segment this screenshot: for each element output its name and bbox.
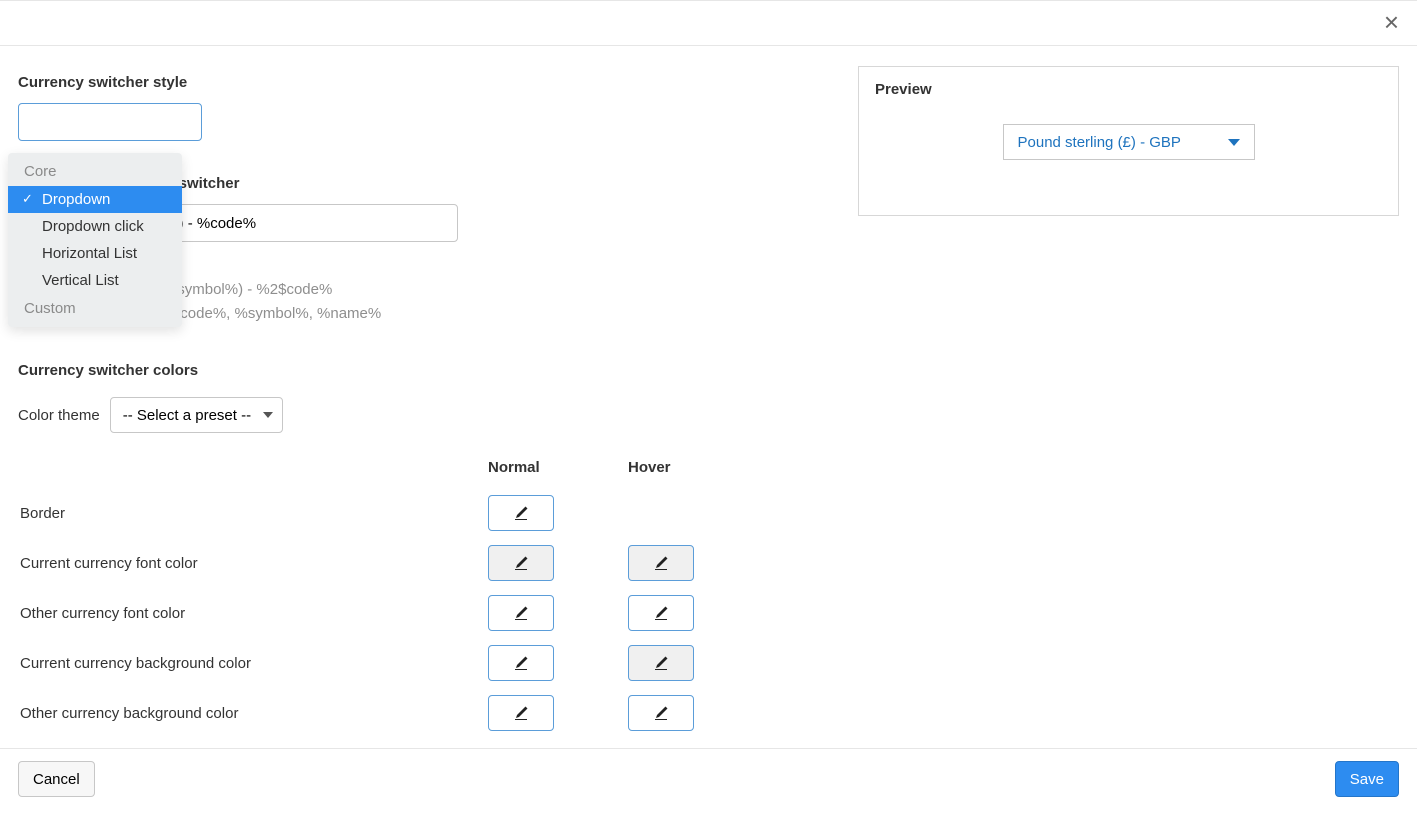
dropdown-item-vertical-list[interactable]: Vertical List [8,267,182,294]
dropdown-item-horizontal-list[interactable]: Horizontal List [8,240,182,267]
preview-title: Preview [875,81,1382,98]
color-theme-label: Color theme [18,407,100,424]
color-swatch-normal[interactable] [488,545,554,581]
modal-header: × [0,0,1417,46]
color-row-label: Current currency background color [18,638,488,688]
color-swatch-hover[interactable] [628,595,694,631]
cancel-button[interactable]: Cancel [18,761,95,797]
color-swatch-normal[interactable] [488,645,554,681]
preview-column: Preview Pound sterling (£) - GBP [858,66,1399,738]
color-row-label: Current currency font color [18,538,488,588]
color-row: Current currency font color [18,538,768,588]
color-row: Current currency background color [18,638,768,688]
color-swatch-normal[interactable] [488,495,554,531]
color-table-col-label [18,453,488,488]
color-table-col-normal: Normal [488,453,628,488]
color-row-label: Border [18,488,488,538]
color-swatch-hover[interactable] [628,545,694,581]
preview-panel: Preview Pound sterling (£) - GBP [858,66,1399,216]
style-select[interactable] [18,103,202,141]
dropdown-item-dropdown-click[interactable]: Dropdown click [8,213,182,240]
preview-currency-switcher[interactable]: Pound sterling (£) - GBP [1003,124,1255,160]
color-row: Other currency background color [18,688,768,738]
dropdown-group-core: Core [8,157,182,186]
style-select-container [18,103,828,145]
color-swatch-normal[interactable] [488,695,554,731]
save-button[interactable]: Save [1335,761,1399,797]
color-swatch-normal[interactable] [488,595,554,631]
color-table: Normal Hover BorderCurrent currency font… [18,453,768,738]
dropdown-item-dropdown[interactable]: Dropdown [8,186,182,213]
color-table-col-hover: Hover [628,453,768,488]
settings-modal: × Currency switcher style Core Dropdown … [0,0,1417,813]
modal-footer: Cancel Save [0,748,1417,813]
color-swatch-hover[interactable] [628,695,694,731]
color-row: Border [18,488,768,538]
dropdown-group-custom: Custom [8,294,182,323]
color-theme-select[interactable]: -- Select a preset -- [110,397,283,433]
style-dropdown-menu[interactable]: Core Dropdown Dropdown click Horizontal … [8,153,182,327]
color-row: Other currency font color [18,588,768,638]
settings-column: Currency switcher style Core Dropdown Dr… [18,66,828,738]
color-row-label: Other currency font color [18,588,488,638]
color-row-label: Other currency background color [18,688,488,738]
preview-switcher-text: Pound sterling (£) - GBP [1018,134,1181,151]
colors-section-title: Currency switcher colors [18,362,828,379]
style-section-title: Currency switcher style [18,74,828,91]
color-theme-row: Color theme -- Select a preset -- [18,397,828,433]
modal-body: Currency switcher style Core Dropdown Dr… [0,46,1417,748]
color-swatch-hover[interactable] [628,645,694,681]
close-icon[interactable]: × [1384,9,1399,35]
chevron-down-icon [1228,139,1240,146]
